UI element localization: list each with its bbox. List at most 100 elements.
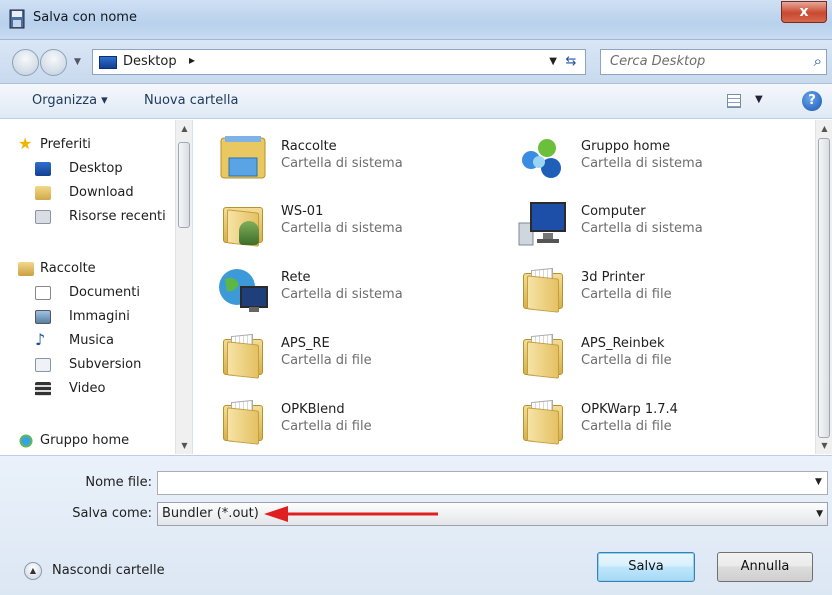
nav-item-label: Video xyxy=(69,381,106,396)
item-type: Cartella di file xyxy=(281,419,372,434)
filename-dropdown-icon[interactable]: ▼ xyxy=(815,477,822,487)
filename-input[interactable] xyxy=(157,471,828,495)
item-name: OPKBlend xyxy=(281,402,345,417)
chevron-down-icon[interactable]: ▼ xyxy=(755,94,763,105)
hide-folders-label: Nascondi cartelle xyxy=(52,563,165,578)
help-icon[interactable]: ? xyxy=(802,91,822,111)
refresh-icon[interactable]: ⇆ xyxy=(561,52,581,72)
organize-menu[interactable]: Organizza ▾ xyxy=(32,93,108,108)
navigation-pane: ★ Preferiti Desktop Download Risorse rec… xyxy=(0,120,193,454)
search-placeholder[interactable]: Cerca Desktop xyxy=(610,54,705,69)
desktop-icon xyxy=(99,56,117,69)
filetype-select[interactable]: Bundler (*.out) ▼ xyxy=(157,502,828,526)
scroll-up-icon[interactable]: ▲ xyxy=(816,120,832,137)
item-name: Gruppo home xyxy=(581,139,671,154)
folder-icon xyxy=(517,331,569,381)
change-view-button[interactable]: ▼ xyxy=(727,92,767,112)
item-type: Cartella di sistema xyxy=(581,221,703,236)
libraries-icon xyxy=(18,262,34,276)
address-bar[interactable]: Desktop ▸ ▼ ⇆ xyxy=(92,49,586,75)
nav-group-label: Raccolte xyxy=(40,261,96,276)
list-item[interactable]: OPKWarp 1.7.4 Cartella di file xyxy=(495,390,795,450)
music-icon: ♪ xyxy=(35,330,46,349)
libraries-icon xyxy=(220,136,266,179)
navigation-scrollbar[interactable]: ▲ ▼ xyxy=(175,120,192,454)
breadcrumb-chevron-icon[interactable]: ▸ xyxy=(189,53,195,67)
computer-icon xyxy=(518,202,566,246)
list-item[interactable]: OPKBlend Cartella di file xyxy=(195,390,495,450)
list-item[interactable]: 3d Printer Cartella di file xyxy=(495,258,795,318)
nav-item-label: Desktop xyxy=(69,161,123,176)
save-dialog-icon xyxy=(9,9,25,29)
nav-item-label: Download xyxy=(69,185,134,200)
file-list: Raccolte Cartella di sistema Gruppo home… xyxy=(195,120,815,454)
video-icon xyxy=(35,382,51,396)
item-name: Rete xyxy=(281,270,311,285)
item-type: Cartella di sistema xyxy=(581,156,703,171)
forward-button[interactable] xyxy=(40,49,67,76)
download-icon xyxy=(35,186,51,200)
user-folder-icon xyxy=(217,199,269,249)
item-name: Raccolte xyxy=(281,139,337,154)
item-type: Cartella di file xyxy=(581,287,672,302)
file-list-scrollbar[interactable]: ▲ ▼ xyxy=(815,120,832,454)
item-type: Cartella di file xyxy=(581,419,672,434)
close-icon: x xyxy=(799,4,809,20)
recent-locations-dropdown-icon[interactable]: ▼ xyxy=(74,57,81,67)
item-type: Cartella di sistema xyxy=(281,287,403,302)
folder-icon xyxy=(517,265,569,315)
star-icon: ★ xyxy=(18,134,33,153)
scroll-down-icon[interactable]: ▼ xyxy=(816,437,832,454)
cancel-button[interactable]: Annulla xyxy=(717,552,813,582)
save-options-panel: Nome file: ▼ Salva come: Bundler (*.out)… xyxy=(0,455,832,595)
scrollbar-thumb[interactable] xyxy=(818,138,830,438)
list-item[interactable]: Gruppo home Cartella di sistema xyxy=(495,127,795,187)
back-button[interactable] xyxy=(12,49,39,76)
red-arrow-annotation xyxy=(264,506,438,522)
folder-icon xyxy=(517,397,569,447)
homegroup-icon xyxy=(522,139,561,178)
scroll-down-icon[interactable]: ▼ xyxy=(176,437,193,454)
title-bar: Salva con nome x xyxy=(0,0,832,40)
chevron-down-icon[interactable]: ▼ xyxy=(816,509,823,519)
view-options-icon xyxy=(727,94,741,108)
item-type: Cartella di sistema xyxy=(281,156,403,171)
nav-item-label: Subversion xyxy=(69,357,142,372)
address-dropdown-icon[interactable]: ▼ xyxy=(549,56,557,67)
chevron-up-icon: ▲ xyxy=(24,562,42,580)
address-toolbar: ▼ Desktop ▸ ▼ ⇆ Cerca Desktop ⌕ xyxy=(0,40,832,84)
item-type: Cartella di file xyxy=(281,353,372,368)
list-item[interactable]: APS_RE Cartella di file xyxy=(195,324,495,384)
list-item[interactable]: Rete Cartella di sistema xyxy=(195,258,495,318)
network-icon xyxy=(219,269,268,312)
folder-icon xyxy=(217,397,269,447)
search-icon[interactable]: ⌕ xyxy=(814,52,822,70)
filename-label: Nome file: xyxy=(85,475,152,490)
nav-item-label: Musica xyxy=(69,333,114,348)
nav-group-label: Gruppo home xyxy=(40,433,130,448)
list-item[interactable]: APS_Reinbek Cartella di file xyxy=(495,324,795,384)
item-name: APS_Reinbek xyxy=(581,336,665,351)
item-name: Computer xyxy=(581,204,646,219)
documents-icon xyxy=(35,286,51,300)
list-item[interactable]: Raccolte Cartella di sistema xyxy=(195,127,495,187)
save-button[interactable]: Salva xyxy=(597,552,695,582)
scrollbar-thumb[interactable] xyxy=(178,142,190,228)
desktop-icon xyxy=(35,162,51,176)
recent-places-icon xyxy=(35,210,51,224)
list-item[interactable]: WS-01 Cartella di sistema xyxy=(195,192,495,252)
nav-item-label: Documenti xyxy=(69,285,140,300)
window-title: Salva con nome xyxy=(33,10,137,25)
item-type: Cartella di file xyxy=(581,353,672,368)
close-button[interactable]: x xyxy=(781,1,827,23)
scroll-up-icon[interactable]: ▲ xyxy=(176,120,193,137)
subversion-library-icon xyxy=(35,358,51,372)
address-location[interactable]: Desktop xyxy=(123,54,177,69)
item-name: APS_RE xyxy=(281,336,330,351)
folder-icon xyxy=(217,331,269,381)
list-item[interactable]: Computer Cartella di sistema xyxy=(495,192,795,252)
command-bar: Organizza ▾ Nuova cartella ▼ ? xyxy=(0,84,832,119)
search-box[interactable]: Cerca Desktop ⌕ xyxy=(600,49,827,75)
filetype-label: Salva come: xyxy=(72,506,152,521)
new-folder-button[interactable]: Nuova cartella xyxy=(144,93,238,108)
